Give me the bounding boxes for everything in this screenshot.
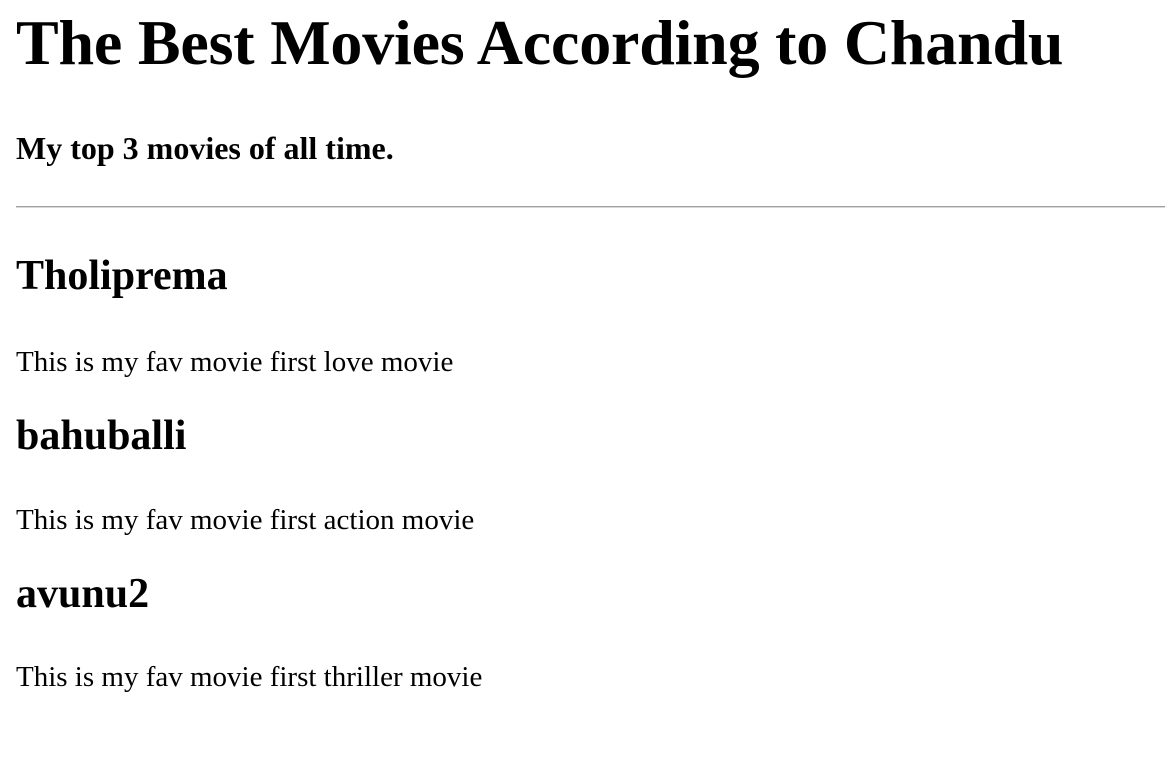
movie-item-tholiprema: Tholiprema This is my fav movie first lo… — [16, 252, 1165, 379]
movie-item-avunu2: avunu2 This is my fav movie first thrill… — [16, 570, 1165, 695]
movie-description: This is my fav movie first thriller movi… — [16, 660, 483, 693]
movie-title: Tholiprema — [16, 253, 228, 300]
movie-item-bahuballi: bahuballi This is my fav movie first act… — [16, 412, 1165, 537]
movie-title: avunu2 — [16, 570, 150, 617]
page-title: The Best Movies According to Chandu — [16, 7, 1064, 78]
horizontal-divider — [16, 206, 1165, 209]
movie-list: Tholiprema This is my fav movie first lo… — [16, 252, 1165, 694]
movie-title: bahuballi — [16, 413, 187, 460]
movie-description: This is my fav movie first love movie — [16, 345, 454, 378]
movie-description: This is my fav movie first action movie — [16, 503, 475, 536]
page-subtitle: My top 3 movies of all time. — [16, 129, 394, 166]
